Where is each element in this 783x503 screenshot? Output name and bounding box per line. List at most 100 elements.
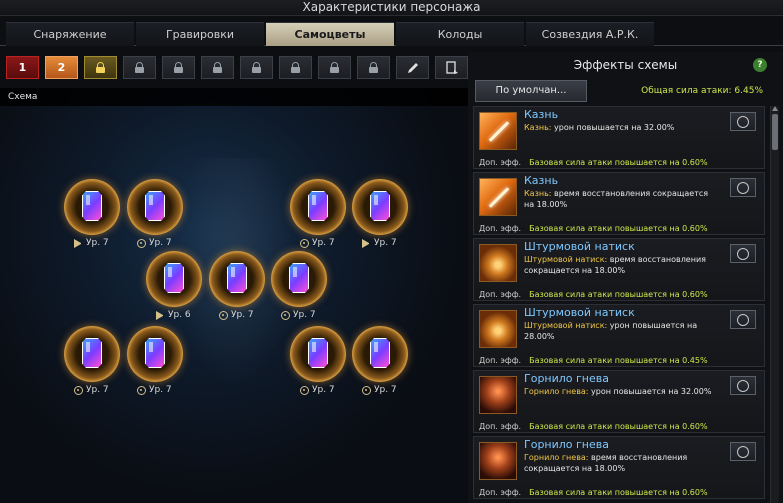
gem-icon [308, 191, 328, 221]
effect-description: Штурмовой натиск: время восстановления с… [524, 255, 706, 275]
view-skill-button[interactable] [730, 442, 756, 461]
effect-card: Горнило гнева Горнило гнева: время восст… [473, 436, 765, 499]
effect-bonus: Доп. эфф. Базовая сила атаки повышается н… [479, 224, 708, 233]
effect-name: Горнило гнева [524, 372, 609, 385]
scroll-thumb[interactable] [772, 114, 778, 150]
gem-slot[interactable] [127, 179, 183, 235]
view-skill-button[interactable] [730, 376, 756, 395]
view-skill-button[interactable] [730, 244, 756, 263]
gem-slot[interactable] [64, 326, 120, 382]
play-icon [362, 238, 371, 248]
gem-level: Ур. 7 [362, 238, 397, 248]
effect-bonus: Доп. эфф. Базовая сила атаки повышается н… [479, 290, 708, 299]
target-icon [300, 385, 309, 395]
play-icon [74, 238, 83, 248]
preset-toolbar: 1 2 [6, 56, 474, 79]
gem-icon [82, 191, 102, 221]
gem-slot[interactable] [352, 179, 408, 235]
target-icon [362, 385, 371, 395]
preset-4-locked[interactable] [123, 56, 156, 79]
view-skill-button[interactable] [730, 310, 756, 329]
preset-dropdown[interactable]: По умолчан... [475, 80, 587, 102]
assault-rush-skill-icon [479, 310, 517, 348]
gem-slot[interactable] [127, 326, 183, 382]
gem-slot[interactable] [352, 326, 408, 382]
scroll-up-icon[interactable] [772, 106, 778, 111]
target-icon [219, 310, 228, 320]
gem-icon [308, 338, 328, 368]
effect-description: Горнило гнева: урон повышается на 32.00% [524, 387, 712, 396]
target-icon [300, 238, 309, 248]
total-attack-power: Общая сила атаки: 6.45% [641, 86, 763, 96]
gem-slot[interactable] [290, 326, 346, 382]
effect-bonus: Доп. эфф. Базовая сила атаки повышается н… [479, 422, 708, 431]
pencil-icon [407, 62, 418, 73]
play-icon [156, 310, 165, 320]
schema-effects-panel: Эффекты схемы ? По умолчан... Общая сила… [468, 52, 783, 503]
target-icon [281, 310, 290, 320]
preset-7-locked[interactable] [240, 56, 273, 79]
gem-icon [145, 338, 165, 368]
execution-skill-icon [479, 112, 517, 150]
effect-card: Казнь Казнь: время восстановления сокращ… [473, 172, 765, 235]
lock-icon [330, 62, 339, 73]
skill-level-icon [737, 379, 749, 392]
preset-10-locked[interactable] [357, 56, 390, 79]
effect-bonus: Доп. эфф. Базовая сила атаки повышается н… [479, 158, 708, 167]
tab-engravings[interactable]: Гравировки [136, 22, 264, 46]
effect-name: Штурмовой натиск [524, 240, 635, 253]
effect-bonus: Доп. эфф. Базовая сила атаки повышается н… [479, 488, 708, 497]
gem-slot[interactable] [146, 251, 202, 307]
gem-slot[interactable] [271, 251, 327, 307]
gem-icon [370, 191, 390, 221]
preset-8-locked[interactable] [279, 56, 312, 79]
effect-card: Горнило гнева Горнило гнева: урон повыша… [473, 370, 765, 433]
target-icon [137, 238, 146, 248]
tab-equipment[interactable]: Снаряжение [6, 22, 134, 46]
gem-level: Ур. 6 [156, 310, 191, 320]
effect-card: Штурмовой натиск Штурмовой натиск: время… [473, 238, 765, 301]
preset-5-locked[interactable] [162, 56, 195, 79]
gem-level: Ур. 7 [281, 310, 316, 320]
skill-level-icon [737, 181, 749, 194]
view-skill-button[interactable] [730, 178, 756, 197]
preset-3-locked[interactable] [84, 56, 117, 79]
preset-1-button[interactable]: 1 [6, 56, 39, 79]
help-icon[interactable]: ? [753, 58, 767, 72]
gem-level: Ур. 7 [219, 310, 254, 320]
effect-name: Горнило гнева [524, 438, 609, 451]
lock-icon [213, 62, 222, 73]
effect-description: Штурмовой натиск: урон повышается на 28.… [524, 321, 698, 341]
crucible-of-rage-skill-icon [479, 376, 517, 414]
lock-icon [174, 62, 183, 73]
apply-preset-button[interactable] [435, 56, 468, 79]
rename-button[interactable] [396, 56, 429, 79]
gem-level: Ур. 7 [362, 385, 397, 395]
gem-slot[interactable] [64, 179, 120, 235]
gem-slot[interactable] [290, 179, 346, 235]
skill-level-icon [737, 445, 749, 458]
gem-schema-canvas: Схема Ур. 7 Ур. 7 Ур. 7 Ур. 7 Ур. 6 Ур. … [0, 88, 468, 503]
preset-6-locked[interactable] [201, 56, 234, 79]
effects-scrollbar[interactable] [770, 106, 779, 503]
gem-level: Ур. 7 [137, 238, 172, 248]
execution-skill-icon [479, 178, 517, 216]
effect-name: Казнь [524, 174, 559, 187]
lock-icon [135, 62, 144, 73]
effect-card: Штурмовой натиск Штурмовой натиск: урон … [473, 304, 765, 367]
target-icon [137, 385, 146, 395]
window-title: Характеристики персонажа [0, 0, 783, 16]
gem-icon [82, 338, 102, 368]
tab-decks[interactable]: Колоды [396, 22, 524, 46]
view-skill-button[interactable] [730, 112, 756, 131]
preset-2-button[interactable]: 2 [45, 56, 78, 79]
gem-icon [370, 338, 390, 368]
skill-level-icon [737, 313, 749, 326]
crucible-of-rage-skill-icon [479, 442, 517, 480]
preset-9-locked[interactable] [318, 56, 351, 79]
tab-gems[interactable]: Самоцветы [266, 22, 394, 46]
tab-ark-constellations[interactable]: Созвездия А.Р.К. [526, 22, 654, 46]
effect-bonus: Доп. эфф. Базовая сила атаки повышается н… [479, 356, 708, 365]
gem-slot[interactable] [209, 251, 265, 307]
effect-name: Казнь [524, 108, 559, 121]
